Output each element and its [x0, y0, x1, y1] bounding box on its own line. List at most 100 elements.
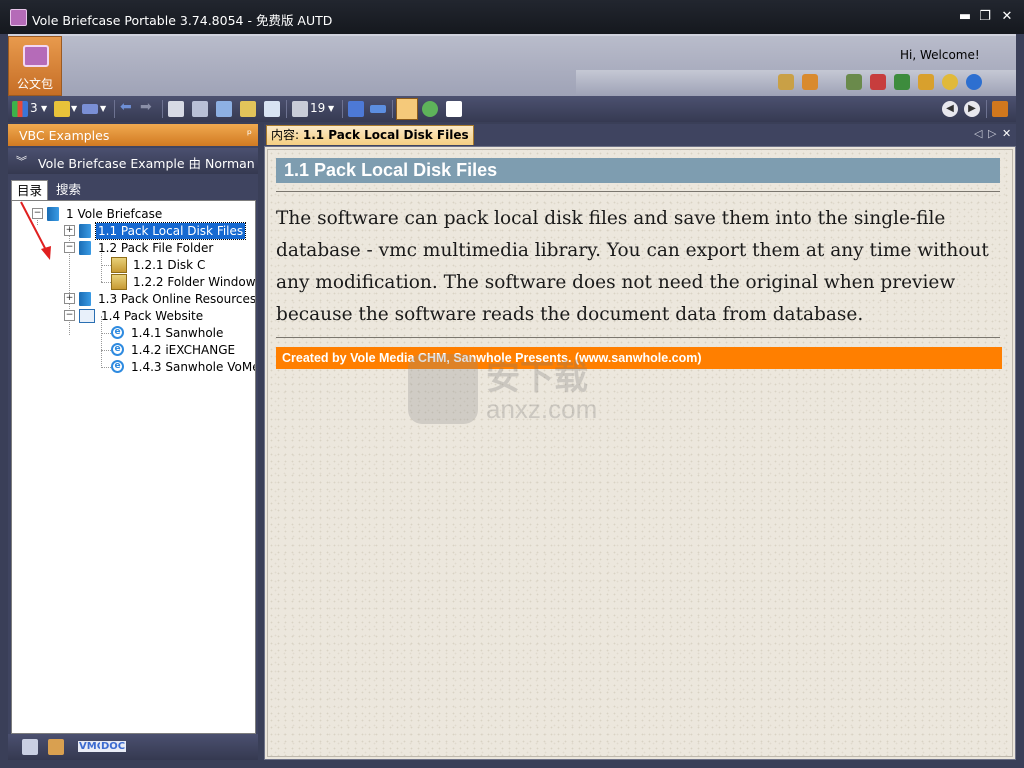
app-menu-label: 公文包: [16, 77, 53, 91]
divider: [276, 191, 1000, 192]
folder-open-icon[interactable]: [240, 101, 256, 117]
document-page: 1.1 Pack Local Disk Files The software c…: [267, 149, 1013, 757]
tab-search[interactable]: 搜索: [51, 180, 86, 199]
tree-item[interactable]: 1.2.1 Disk C: [111, 256, 207, 273]
tree-item[interactable]: − 1.4 Pack Website: [64, 307, 205, 324]
book-icon[interactable]: [446, 101, 462, 117]
tab-scroll-left-icon[interactable]: ◁: [974, 127, 982, 140]
palette-icon[interactable]: [778, 74, 794, 90]
link-icon[interactable]: [348, 101, 364, 117]
page-title: 1.1 Pack Local Disk Files: [276, 158, 1000, 183]
document-view: 1.1 Pack Local Disk Files The software c…: [264, 146, 1016, 760]
forward-icon[interactable]: ➡: [140, 99, 152, 115]
page-title-text: 1.1 Pack Local Disk Files: [284, 160, 498, 180]
tree-item[interactable]: 1.2.2 Folder Windows: [111, 273, 256, 290]
window-title: Vole Briefcase Portable 3.74.8054 - 免费版 …: [32, 13, 333, 28]
tree-item-label: 1.2.1 Disk C: [133, 257, 206, 272]
tree-item[interactable]: e 1.4.1 Sanwhole: [111, 324, 225, 341]
toolbar-count-2[interactable]: 19: [310, 101, 325, 115]
tab-document[interactable]: 内容: 1.1 Pack Local Disk Files: [266, 125, 474, 145]
info-icon[interactable]: [966, 74, 982, 90]
expand-icon[interactable]: +: [64, 225, 75, 236]
toolbar-count-1[interactable]: 3: [30, 101, 38, 115]
tree-item[interactable]: − 1.2 Pack File Folder: [64, 239, 215, 256]
app-menu-button[interactable]: 公文包: [8, 36, 62, 96]
tree-item-label: 1.4.2 iEXCHANGE: [131, 342, 236, 357]
print-icon[interactable]: [168, 101, 184, 117]
tree-item-label: 1.4.3 Sanwhole VoMe: [131, 359, 256, 374]
portrait-icon[interactable]: [396, 98, 418, 120]
tree-item-label: 1.1 Pack Local Disk Files: [94, 221, 247, 240]
title-bar: Vole Briefcase Portable 3.74.8054 - 免费版 …: [0, 0, 1024, 34]
collapse-icon[interactable]: −: [64, 242, 75, 253]
project-selector[interactable]: ︾ Vole Briefcase Example 由 Norman: [8, 148, 258, 174]
timer-icon[interactable]: [942, 74, 958, 90]
tab-prefix: 内容:: [271, 128, 300, 142]
satellite-icon[interactable]: [22, 739, 38, 755]
calendar-icon[interactable]: [48, 739, 64, 755]
nav-next-icon[interactable]: ▶: [964, 101, 980, 117]
tree-item-label: 1.2.2 Folder Windows: [133, 274, 256, 289]
user-icon[interactable]: [802, 74, 818, 90]
doc-icon[interactable]: DOC: [100, 741, 127, 752]
calendar-64-icon[interactable]: [870, 74, 886, 90]
body-paragraph: The software can pack local disk files a…: [276, 208, 989, 325]
project-name: Vole Briefcase Example 由 Norman: [38, 156, 255, 171]
expand-icon[interactable]: +: [64, 293, 75, 304]
double-chevron-down-icon[interactable]: ︾: [16, 153, 27, 169]
tree-item-selected[interactable]: + 1.1 Pack Local Disk Files: [64, 221, 247, 240]
panel-bottom-bar: VMC DOC: [8, 734, 258, 760]
annotation-arrow: [20, 201, 51, 260]
briefcase-icon: [23, 45, 49, 67]
panel-tabs: 目录 搜索: [11, 178, 255, 200]
tab-scroll-right-icon[interactable]: ▷: [988, 127, 996, 140]
footer-banner: Created by Vole Media CHM, Sanwhole Pres…: [276, 347, 1002, 369]
maximize-button[interactable]: ❐: [976, 9, 994, 25]
tab-close-icon[interactable]: ✕: [1002, 127, 1011, 140]
folder-icon: [111, 256, 127, 273]
watermark-text: anxz.com: [486, 394, 598, 424]
tree-item-label: 1.4.1 Sanwhole: [131, 325, 224, 340]
footer-text: Created by Vole Media CHM, Sanwhole Pres…: [282, 351, 702, 365]
panel-title: VBC Examples: [19, 128, 110, 143]
contents-tree: − 1 Vole Briefcase + 1.1 Pack Local Disk…: [11, 200, 256, 734]
refresh-link-icon[interactable]: [370, 105, 386, 113]
sync-icon[interactable]: [422, 101, 438, 117]
book-icon: [79, 223, 91, 238]
chevron-down-icon[interactable]: ▼: [41, 104, 47, 113]
code-icon[interactable]: [264, 101, 280, 117]
nav-prev-icon[interactable]: ◀: [942, 101, 958, 117]
tree-item[interactable]: e 1.4.3 Sanwhole VoMe: [111, 358, 256, 375]
back-icon[interactable]: ⬅: [120, 99, 132, 115]
chevron-down-icon[interactable]: ▼: [328, 104, 334, 113]
library-icon[interactable]: [846, 74, 862, 90]
chevron-down-icon[interactable]: ▼: [71, 104, 77, 113]
export-icon[interactable]: [992, 101, 1008, 117]
close-button[interactable]: ✕: [998, 9, 1016, 25]
tree-item-label: 1.3 Pack Online Resources: [98, 291, 256, 306]
collapse-icon[interactable]: −: [64, 310, 75, 321]
connect-icon[interactable]: [216, 101, 232, 117]
book-icon: [79, 291, 91, 306]
layers-icon[interactable]: [82, 104, 98, 114]
minimize-button[interactable]: ▬: [956, 9, 974, 25]
ie-icon: e: [111, 326, 124, 339]
pin-icon[interactable]: ᵖ: [247, 127, 252, 141]
book-open-icon: [79, 308, 95, 323]
tab-title: 1.1 Pack Local Disk Files: [302, 128, 469, 142]
page-icon[interactable]: [292, 101, 308, 117]
tree-item[interactable]: e 1.4.2 iEXCHANGE: [111, 341, 237, 358]
book-icon: [79, 240, 91, 255]
tab-contents[interactable]: 目录: [11, 180, 49, 200]
tree-item-label: 1 Vole Briefcase: [66, 206, 163, 221]
grid-icon[interactable]: [192, 101, 208, 117]
main-toolbar: 3 ▼ ▼ ▼ ⬅ ➡ 19 ▼ ◀ ▶: [8, 96, 1016, 122]
chevron-down-icon[interactable]: ▼: [100, 104, 106, 113]
divider: [276, 337, 1000, 338]
chart-icon[interactable]: [12, 101, 28, 117]
flag-icon[interactable]: [894, 74, 910, 90]
tree-item[interactable]: + 1.3 Pack Online Resources: [64, 290, 256, 307]
tools-icon[interactable]: [918, 74, 934, 90]
note-icon[interactable]: [54, 101, 70, 117]
panel-header: VBC Examples ᵖ: [8, 124, 258, 146]
